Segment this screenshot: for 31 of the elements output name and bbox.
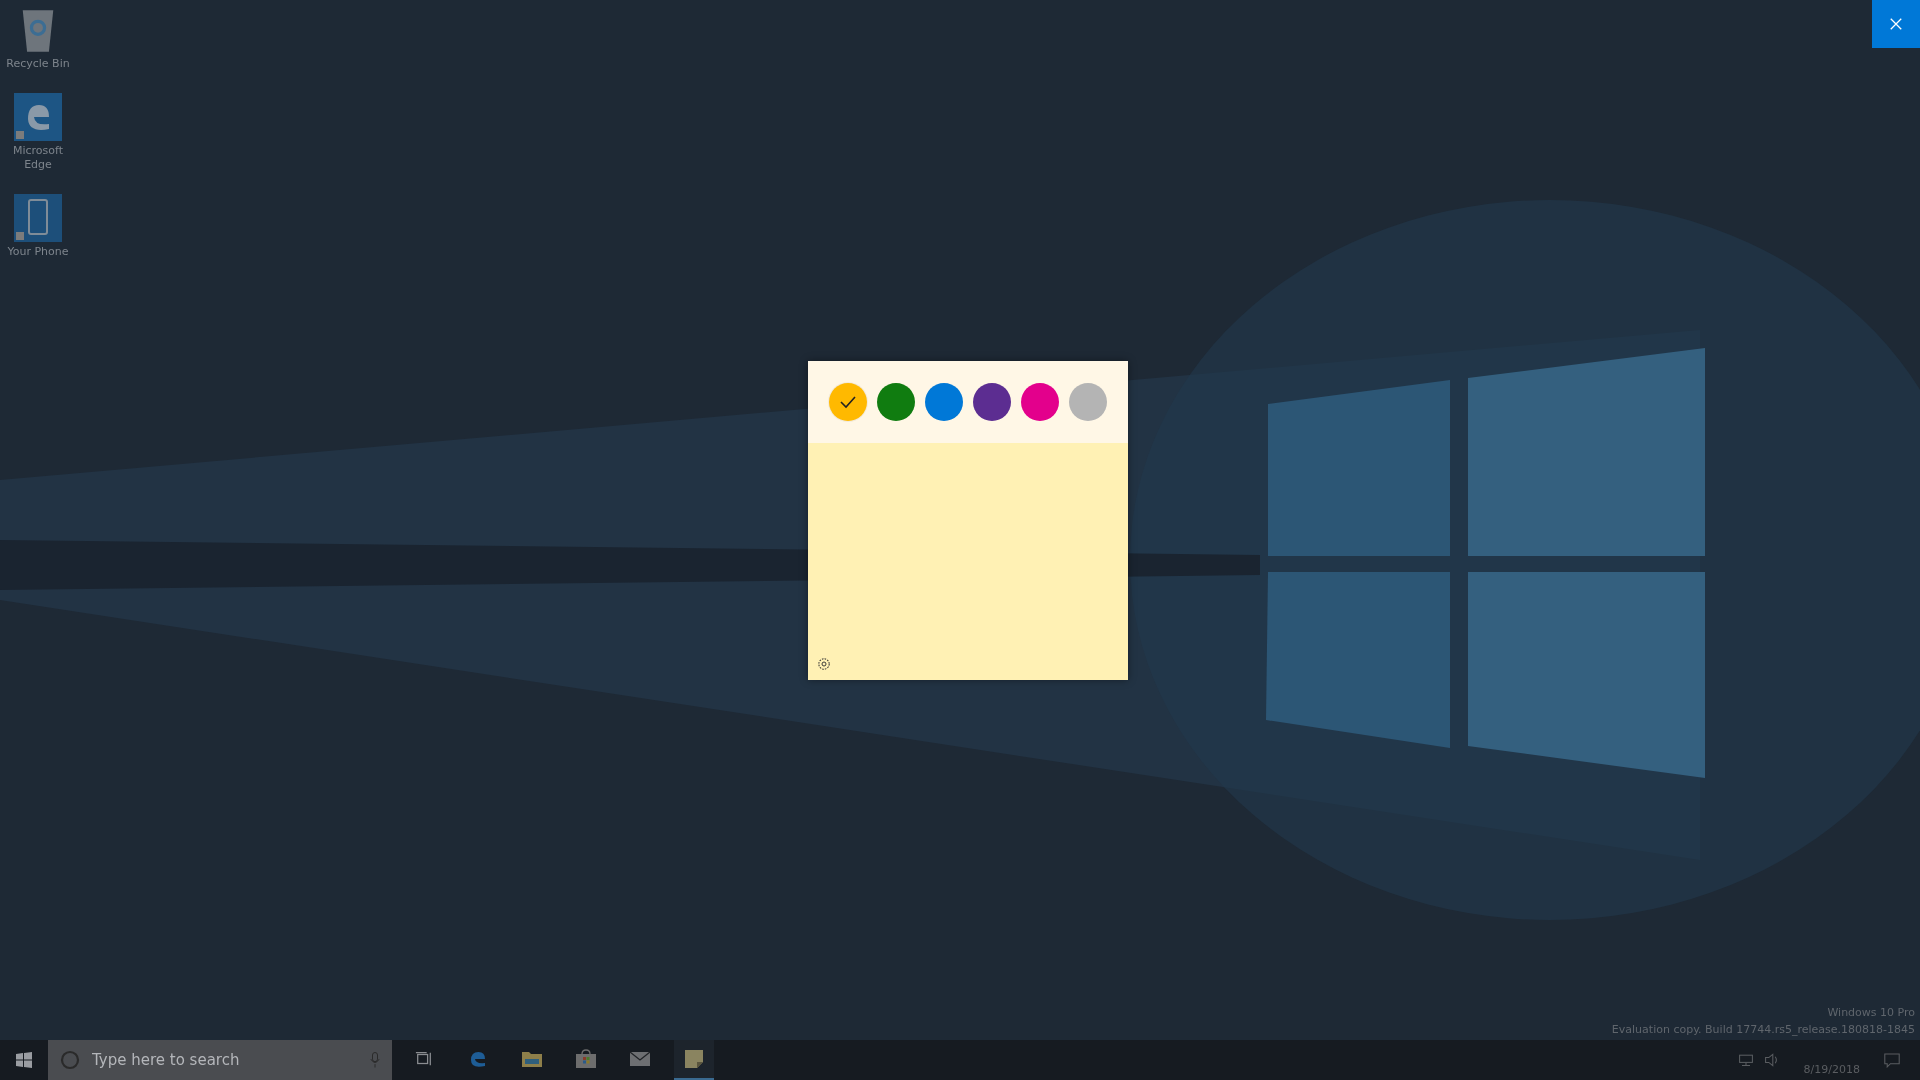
color-swatch[interactable]	[973, 383, 1011, 421]
notification-icon[interactable]	[1884, 1052, 1900, 1068]
taskbar-app[interactable]	[674, 1040, 714, 1080]
desktop-icon-label[interactable]: Recycle Bin	[1, 57, 75, 71]
close-icon	[1889, 17, 1903, 31]
color-swatch[interactable]	[829, 383, 867, 421]
edge-icon[interactable]	[14, 93, 62, 141]
edge-icon	[468, 1049, 488, 1069]
folder-icon	[521, 1050, 543, 1068]
desktop-icon-label[interactable]: Your Phone	[1, 245, 75, 259]
color-swatch[interactable]	[925, 383, 963, 421]
mail-icon	[629, 1051, 651, 1067]
color-swatch[interactable]	[877, 383, 915, 421]
settings-icon[interactable]	[816, 656, 832, 672]
date-text[interactable]: 8/19/2018	[1803, 1063, 1860, 1076]
build-text: Evaluation copy. Build 17744.rs5_release.180818-1845	[1611, 1023, 1915, 1036]
windows-start-icon[interactable]	[16, 1052, 32, 1068]
edition-text: Windows 10 Pro	[1827, 1006, 1915, 1019]
color-swatch[interactable]	[1069, 383, 1107, 421]
shopping-bag-icon	[575, 1049, 597, 1069]
search-icon	[60, 1050, 80, 1070]
desktop-icon-label[interactable]: Microsoft Edge	[1, 144, 75, 172]
sticky-note-icon	[684, 1049, 704, 1069]
search-field[interactable]: Type here to search	[90, 1050, 360, 1070]
color-swatch[interactable]	[1021, 383, 1059, 421]
network-icon[interactable]	[1737, 1053, 1754, 1067]
phone-icon[interactable]	[14, 194, 62, 242]
task-view-icon	[415, 1050, 433, 1068]
search-bar[interactable]: Type here to search	[48, 1040, 392, 1080]
close-button[interactable]	[1872, 0, 1920, 48]
speaker-icon[interactable]	[1763, 1053, 1780, 1067]
